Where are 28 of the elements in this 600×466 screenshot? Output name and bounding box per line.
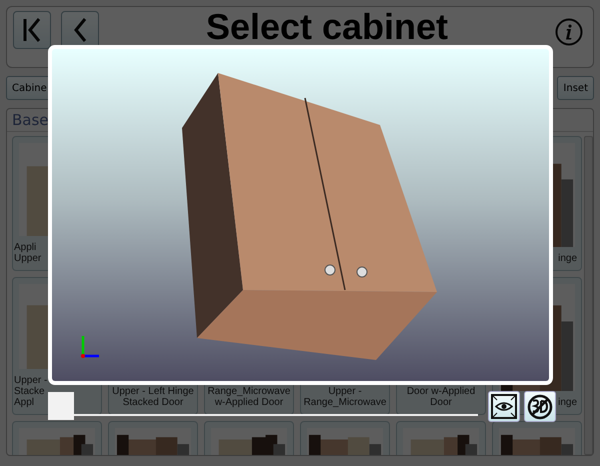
scrollbar[interactable] xyxy=(584,136,593,455)
eye-icon xyxy=(491,394,517,419)
info-icon[interactable] xyxy=(555,18,583,46)
tile-label: Range_Microwave xyxy=(302,397,388,408)
tile-label: Stacke xyxy=(14,386,46,397)
tile-label: w-Applied Door xyxy=(214,397,284,408)
tile-label: inge xyxy=(557,397,577,408)
tile-label: inge xyxy=(557,253,577,264)
tile-label: Door xyxy=(429,397,453,408)
back-icon xyxy=(73,17,87,43)
tile-label: Upper - xyxy=(327,386,363,397)
tile-label: Appl xyxy=(14,397,36,408)
tile-label: Appli xyxy=(14,242,38,253)
tile-label: Upper xyxy=(14,253,42,264)
tile-label: Range_Microwave xyxy=(206,386,292,397)
view-button[interactable] xyxy=(488,391,520,422)
page-title: Select cabinet xyxy=(204,6,450,48)
tile-label: Door w-Applied xyxy=(406,386,476,397)
3d-off-icon xyxy=(527,394,553,420)
3d-off-button[interactable] xyxy=(524,391,556,422)
cabinet-drawing[interactable] xyxy=(182,73,437,360)
first-icon xyxy=(22,17,42,43)
tile-label: Stacked Door xyxy=(122,397,184,408)
tile-label: Upper - Left Hinge xyxy=(111,386,195,397)
first-button[interactable] xyxy=(13,11,51,49)
axis-icon xyxy=(81,336,99,358)
tile-label: Upper - xyxy=(14,375,48,386)
inset-button[interactable]: Inset xyxy=(557,76,594,100)
